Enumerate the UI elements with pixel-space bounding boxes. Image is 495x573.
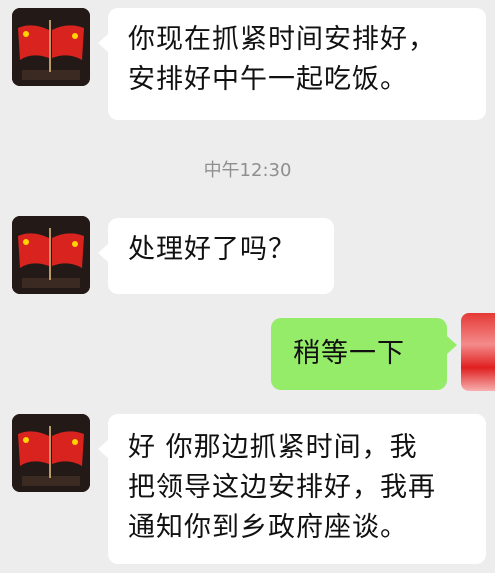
self-avatar-icon[interactable] [461, 313, 495, 391]
message-bubble-2[interactable]: 处理好了吗？ [98, 218, 334, 294]
message-bubble-4[interactable]: 好 你那边抓紧时间，我 把领导这边安排好，我再 通知你到乡政府座谈。 [98, 414, 486, 564]
contact-avatar-icon[interactable] [12, 414, 90, 492]
timestamp: 中午12:30 [203, 160, 292, 181]
contact-avatar-icon[interactable] [12, 8, 90, 86]
contact-avatar-icon[interactable] [12, 216, 90, 294]
message-bubble-3[interactable]: 稍等一下 [271, 318, 457, 390]
message-bubble-1[interactable]: 你现在抓紧时间安排好， 安排好中午一起吃饭。 [98, 8, 486, 120]
